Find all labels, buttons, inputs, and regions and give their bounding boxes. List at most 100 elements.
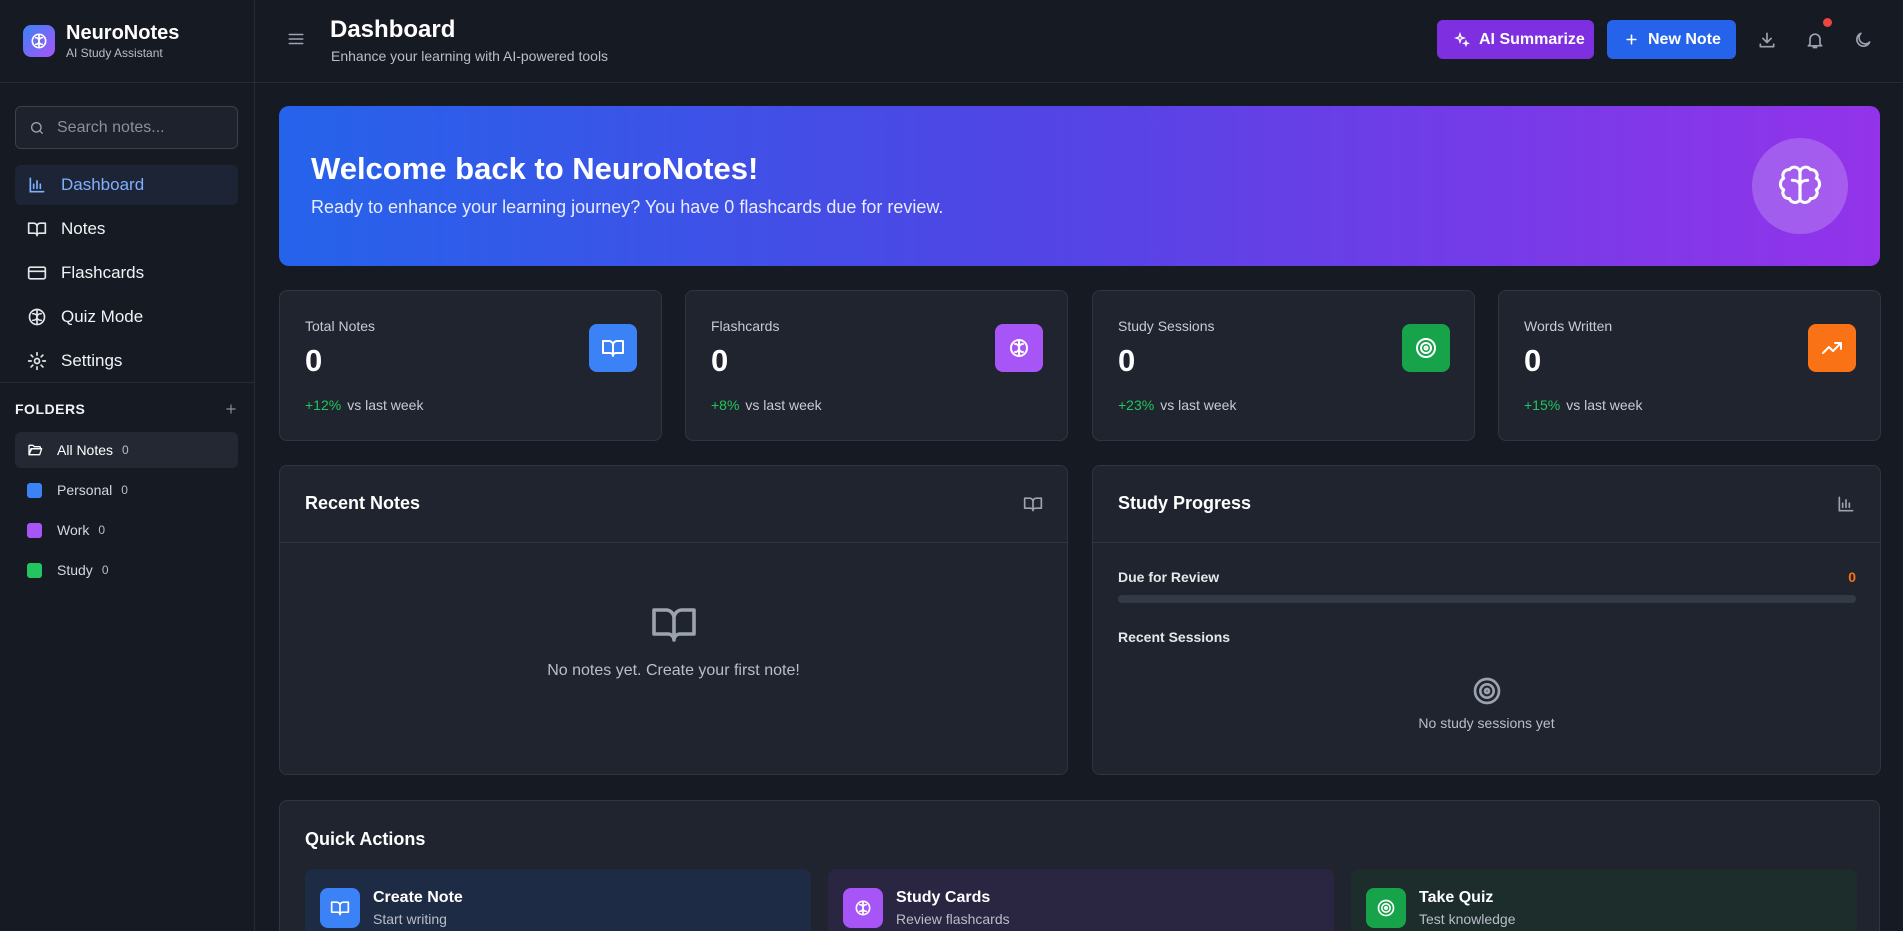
due-label: Due for Review [1118, 569, 1220, 585]
bell-icon[interactable] [1805, 30, 1825, 50]
search-icon [31, 121, 43, 134]
action-desc: Start writing [373, 911, 447, 927]
main-nav: Dashboard Notes Flashcards Quiz Mode Set… [15, 165, 238, 385]
due-count: 0 [1848, 569, 1856, 585]
recent-notes-panel: Recent Notes No notes yet. Create your f… [279, 465, 1068, 775]
folder-item-study[interactable]: Study 0 [15, 552, 238, 588]
credit-card-icon [27, 266, 47, 280]
book-open-icon [27, 222, 47, 237]
nav-label: Settings [61, 351, 123, 370]
folder-item-all-notes[interactable]: All Notes 0 [15, 432, 238, 468]
brain-icon [843, 888, 883, 928]
action-name: Create Note [373, 889, 463, 906]
stat-card-total-notes: Total Notes 0 +12% vs last week [279, 290, 662, 441]
add-folder-icon[interactable] [224, 402, 238, 416]
app-title: NeuroNotes [66, 22, 180, 44]
stat-card-words-written: Words Written 0 +15% vs last week [1498, 290, 1881, 441]
moon-icon[interactable] [1853, 30, 1873, 50]
stat-label: Study Sessions [1118, 318, 1215, 334]
ai-summarize-button[interactable]: AI Summarize [1437, 20, 1594, 59]
panel-header: Study Progress [1093, 466, 1880, 543]
nav-label: Quiz Mode [61, 307, 144, 326]
sessions-label: Recent Sessions [1118, 629, 1231, 645]
chart-bar-icon [29, 177, 45, 193]
folder-count: 0 [101, 563, 109, 577]
folders-header: FOLDERS [15, 401, 238, 417]
trend-suffix: vs last week [1566, 397, 1643, 413]
nav-label: Notes [61, 219, 106, 238]
stat-trend: +23% vs last week [1118, 397, 1236, 413]
study-progress-panel: Study Progress Due for Review 0 Recent S… [1092, 465, 1881, 775]
nav-item-flashcards[interactable]: Flashcards [15, 253, 238, 293]
empty-message: No notes yet. Create your first note! [547, 662, 800, 679]
folder-item-work[interactable]: Work 0 [15, 512, 238, 548]
nav-item-dashboard[interactable]: Dashboard [15, 165, 238, 205]
book-open-icon [651, 608, 696, 642]
plus-icon [1626, 34, 1637, 45]
page-title: Dashboard [330, 16, 456, 43]
nav-item-quiz-mode[interactable]: Quiz Mode [15, 297, 238, 337]
folder-label: Study [57, 562, 93, 578]
ai-summarize-label: AI Summarize [1479, 30, 1585, 48]
book-open-icon[interactable] [1023, 494, 1043, 514]
study-cards-action[interactable]: Study Cards Review flashcards [828, 869, 1334, 931]
page-subtitle: Enhance your learning with AI-powered to… [331, 48, 609, 64]
stat-label: Flashcards [711, 318, 780, 334]
menu-icon[interactable] [287, 30, 305, 48]
gear-icon [27, 351, 47, 371]
stat-value: 0 [711, 343, 729, 378]
stat-value: 0 [305, 343, 323, 378]
trend-percent: +23% [1118, 397, 1155, 413]
panel-title: Study Progress [1118, 493, 1252, 513]
stat-label: Total Notes [305, 318, 376, 334]
book-open-icon [320, 888, 360, 928]
stat-trend: +15% vs last week [1524, 397, 1642, 413]
search-placeholder: Search notes... [57, 118, 165, 136]
nav-item-notes[interactable]: Notes [15, 209, 238, 249]
folder-color-swatch [27, 562, 42, 578]
welcome-subtitle: Ready to enhance your learning journey? … [311, 197, 944, 217]
action-desc: Test knowledge [1419, 911, 1516, 927]
brain-icon [995, 324, 1043, 372]
welcome-banner: Welcome back to NeuroNotes! Ready to enh… [279, 106, 1880, 266]
nav-label: Dashboard [61, 175, 145, 194]
take-quiz-action[interactable]: Take Quiz Test knowledge [1351, 869, 1857, 931]
new-note-button[interactable]: New Note [1607, 20, 1736, 59]
nav-label: Flashcards [61, 263, 145, 282]
trending-up-icon [1808, 324, 1856, 372]
brain-icon [23, 25, 55, 57]
action-desc: Review flashcards [896, 911, 1010, 927]
search-input[interactable]: Search notes... [15, 106, 238, 149]
stat-trend: +8% vs last week [711, 397, 822, 413]
stat-label: Words Written [1524, 318, 1613, 334]
nav-item-settings[interactable]: Settings [15, 341, 238, 381]
new-note-label: New Note [1648, 30, 1721, 48]
top-header: Dashboard Enhance your learning with AI-… [255, 0, 1903, 83]
trend-suffix: vs last week [347, 397, 424, 413]
due-progress-track [1118, 595, 1856, 603]
chart-bar-icon[interactable] [1836, 494, 1856, 514]
trend-percent: +15% [1524, 397, 1561, 413]
stat-card-study-sessions: Study Sessions 0 +23% vs last week [1092, 290, 1475, 441]
download-icon[interactable] [1757, 30, 1777, 50]
quick-actions-panel: Quick Actions Create Note Start writing … [279, 800, 1880, 931]
folder-open-icon [28, 444, 43, 456]
trend-percent: +12% [305, 397, 342, 413]
action-name: Study Cards [896, 889, 991, 906]
quick-actions-title: Quick Actions [305, 829, 426, 849]
empty-state: No notes yet. Create your first note! [280, 600, 1067, 680]
folder-label: Personal [57, 482, 113, 498]
stat-value: 0 [1118, 343, 1136, 378]
folder-color-swatch [27, 482, 42, 498]
brand[interactable]: NeuroNotes AI Study Assistant [0, 0, 254, 83]
stat-trend: +12% vs last week [305, 397, 423, 413]
brain-icon [28, 308, 46, 326]
create-note-action[interactable]: Create Note Start writing [305, 869, 811, 931]
folder-item-personal[interactable]: Personal 0 [15, 472, 238, 508]
app-subtitle: AI Study Assistant [66, 46, 163, 60]
folder-label: All Notes [57, 442, 114, 458]
trend-percent: +8% [711, 397, 740, 413]
sidebar: NeuroNotes AI Study Assistant Search not… [0, 0, 255, 931]
brain-icon [1752, 138, 1848, 234]
folder-color-swatch [27, 522, 42, 538]
